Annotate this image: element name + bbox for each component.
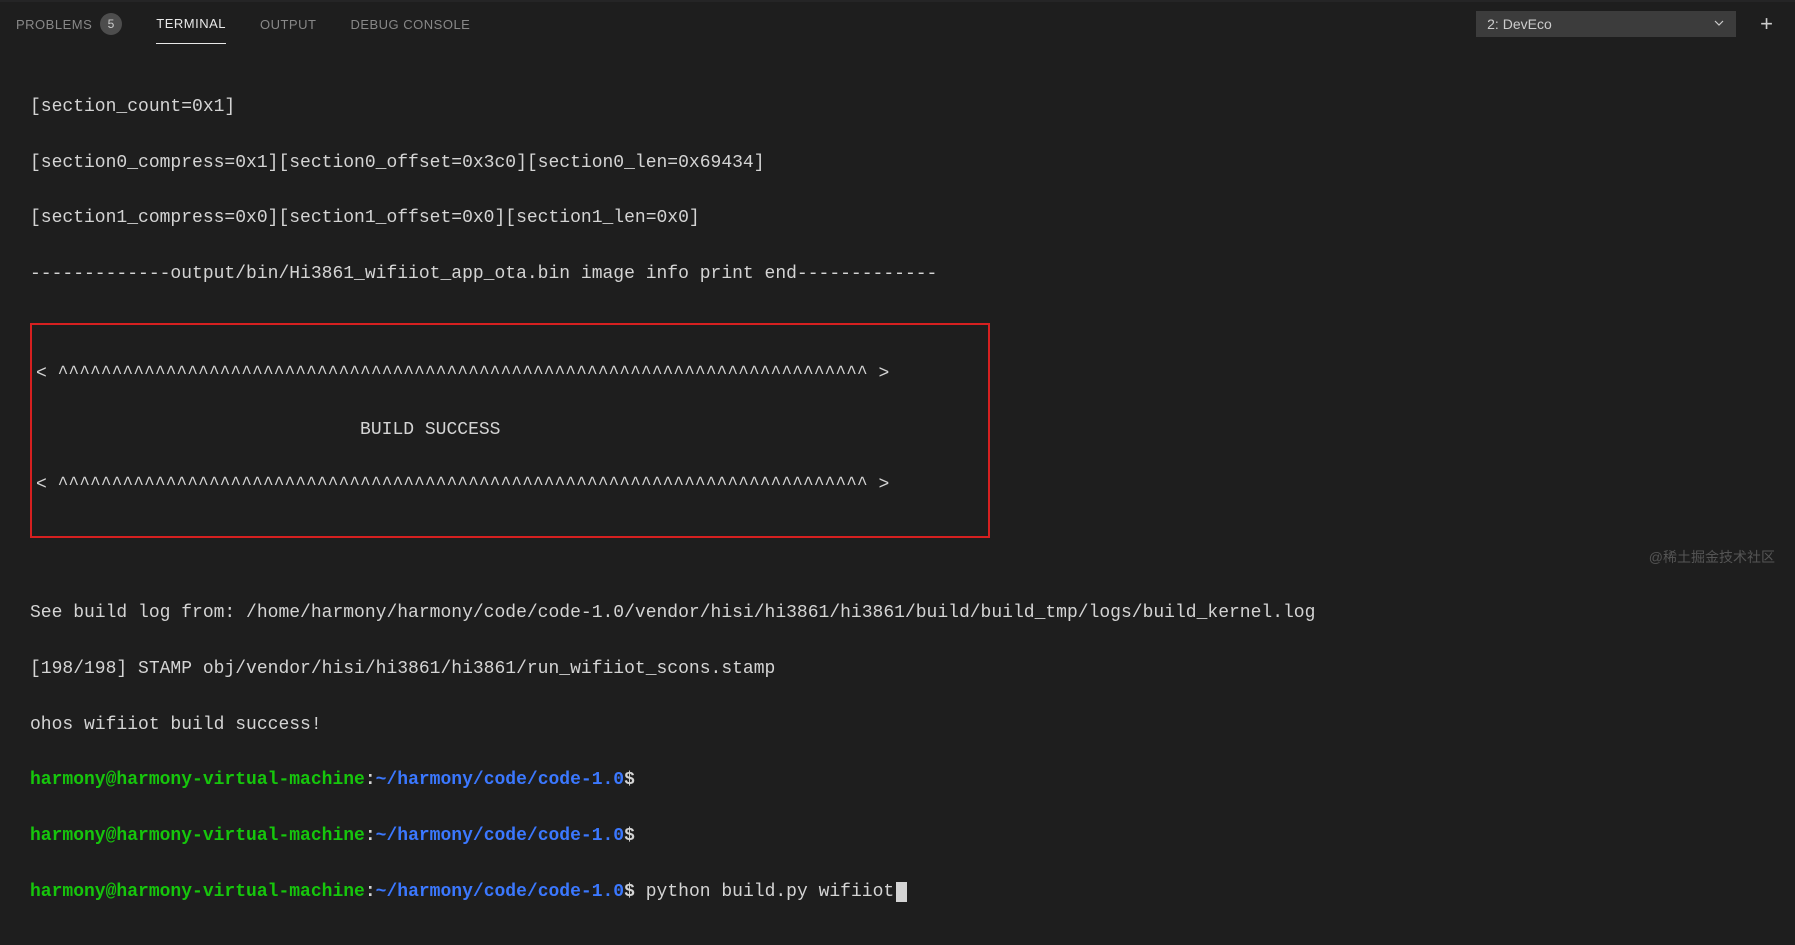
terminal-line: [section_count=0x1] (30, 94, 1765, 122)
plus-icon: + (1760, 11, 1773, 36)
terminal-line: [198/198] STAMP obj/vendor/hisi/hi3861/h… (30, 656, 1765, 684)
terminal-line: < ^^^^^^^^^^^^^^^^^^^^^^^^^^^^^^^^^^^^^^… (36, 361, 984, 389)
prompt-colon: : (365, 770, 376, 790)
terminal-selector-dropdown[interactable]: 2: DevEco (1476, 11, 1736, 37)
terminal-line: < ^^^^^^^^^^^^^^^^^^^^^^^^^^^^^^^^^^^^^^… (36, 472, 984, 500)
tab-problems[interactable]: PROBLEMS 5 (16, 1, 122, 47)
new-terminal-button[interactable]: + (1754, 11, 1779, 37)
prompt-path: ~/harmony/code/code-1.0 (376, 770, 624, 790)
watermark: @稀土掘金技术社区 (1649, 547, 1775, 567)
chevron-down-icon (1713, 16, 1725, 32)
terminal-line: [section1_compress=0x0][section1_offset=… (30, 205, 1765, 233)
tab-debug-label: DEBUG CONSOLE (350, 17, 470, 32)
prompt-user: harmony@harmony-virtual-machine (30, 882, 365, 902)
prompt-dollar: $ (624, 882, 635, 902)
right-controls: 2: DevEco + (1476, 11, 1779, 37)
tab-terminal-label: TERMINAL (156, 16, 226, 31)
prompt-path: ~/harmony/code/code-1.0 (376, 826, 624, 846)
terminal-prompt-line: harmony@harmony-virtual-machine:~/harmon… (30, 879, 1765, 907)
terminal-output[interactable]: [section_count=0x1] [section0_compress=0… (0, 46, 1795, 945)
prompt-user: harmony@harmony-virtual-machine (30, 770, 365, 790)
terminal-prompt-line: harmony@harmony-virtual-machine:~/harmon… (30, 767, 1765, 795)
tab-group: PROBLEMS 5 TERMINAL OUTPUT DEBUG CONSOLE (16, 1, 1476, 47)
terminal-line (30, 544, 1765, 572)
tab-problems-label: PROBLEMS (16, 17, 92, 32)
terminal-line: See build log from: /home/harmony/harmon… (30, 600, 1765, 628)
prompt-dollar: $ (624, 826, 635, 846)
tab-debug-console[interactable]: DEBUG CONSOLE (350, 5, 470, 44)
prompt-user: harmony@harmony-virtual-machine (30, 826, 365, 846)
terminal-cursor (896, 882, 907, 902)
terminal-command: python build.py wifiiot (646, 882, 894, 902)
terminal-line: ohos wifiiot build success! (30, 712, 1765, 740)
prompt-colon: : (365, 882, 376, 902)
terminal-line: [section0_compress=0x1][section0_offset=… (30, 150, 1765, 178)
prompt-colon: : (365, 826, 376, 846)
tab-output[interactable]: OUTPUT (260, 5, 316, 44)
build-success-box: < ^^^^^^^^^^^^^^^^^^^^^^^^^^^^^^^^^^^^^^… (30, 323, 990, 538)
terminal-line: BUILD SUCCESS (36, 417, 984, 445)
terminal-line: -------------output/bin/Hi3861_wifiiot_a… (30, 261, 1765, 289)
tab-output-label: OUTPUT (260, 17, 316, 32)
tab-terminal[interactable]: TERMINAL (156, 4, 226, 44)
prompt-dollar: $ (624, 770, 635, 790)
prompt-path: ~/harmony/code/code-1.0 (376, 882, 624, 902)
terminal-prompt-line: harmony@harmony-virtual-machine:~/harmon… (30, 823, 1765, 851)
dropdown-selected: 2: DevEco (1487, 16, 1552, 32)
panel-tabs: PROBLEMS 5 TERMINAL OUTPUT DEBUG CONSOLE… (0, 2, 1795, 46)
problems-badge: 5 (100, 13, 122, 35)
